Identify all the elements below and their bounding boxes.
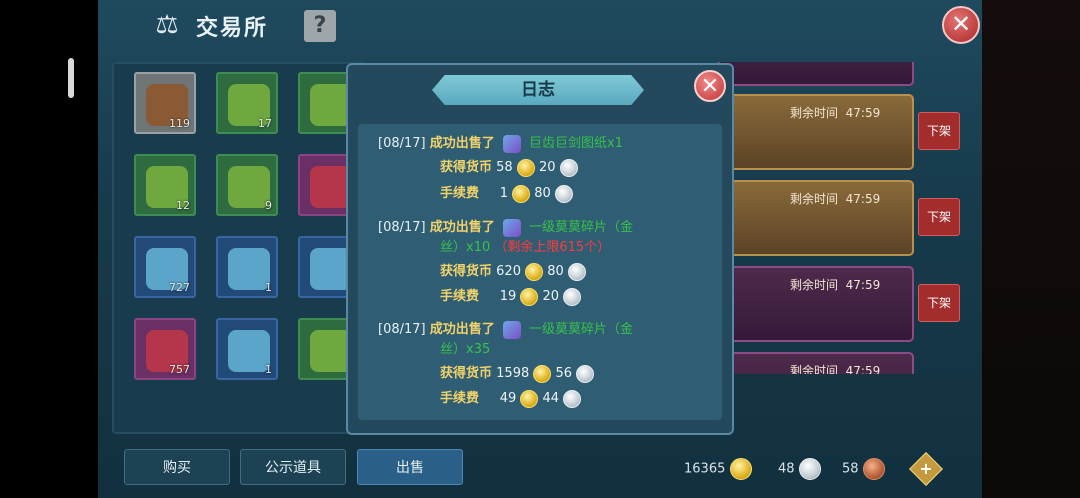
unlist-button[interactable]: 下架 xyxy=(918,198,960,236)
tab-public-items[interactable]: 公示道具 xyxy=(240,449,346,485)
order-card[interactable]: 剩余时间 47:59 xyxy=(718,94,914,170)
item-icon xyxy=(502,218,521,237)
item-count: 9 xyxy=(265,199,272,212)
inventory-slot[interactable]: 1 xyxy=(216,318,278,380)
log-entry-header: [08/17] 成功出售了 巨齿巨剑图纸x1 xyxy=(378,134,624,153)
item-icon xyxy=(502,320,521,339)
log-entry-header: [08/17] 成功出售了 一级莫莫碎片（金 xyxy=(378,218,634,237)
order-time: 剩余时间 47:59 xyxy=(790,278,881,292)
right-decoration xyxy=(982,0,1080,498)
item-count: 119 xyxy=(169,117,190,130)
log-fee: 手续费 19 20 xyxy=(440,285,582,306)
silver-coin-icon xyxy=(554,184,573,203)
gold-coin-icon xyxy=(512,184,531,203)
gold-coin-icon xyxy=(525,262,544,281)
tab-buy[interactable]: 购买 xyxy=(124,449,230,485)
gold-coin-icon xyxy=(520,287,539,306)
order-card[interactable]: 剩余时间 47:59 xyxy=(718,180,914,256)
copper-coin-icon xyxy=(862,458,885,480)
gold-coin-icon xyxy=(729,458,752,480)
item-icon xyxy=(502,134,521,153)
dialog-title: 日志 xyxy=(521,80,555,100)
silver-coin-icon xyxy=(563,287,582,306)
item-icon xyxy=(228,330,270,372)
order-time: 剩余时间 47:59 xyxy=(790,364,881,374)
tab-sell[interactable]: 出售 xyxy=(357,449,463,485)
help-button[interactable]: ? xyxy=(304,10,336,42)
order-card[interactable]: 剩余时间 47:59 xyxy=(718,352,914,374)
gold-balance: 16365 xyxy=(684,458,752,480)
log-earnings: 获得货币 620 80 xyxy=(440,260,586,281)
order-card[interactable]: 剩余时间 47:59 xyxy=(718,266,914,342)
item-count: 727 xyxy=(169,281,190,294)
orders-panel: 剩余时间 47:59 下架 剩余时间 47:59 下架 剩余时间 47:59 下… xyxy=(718,62,964,374)
silver-coin-icon xyxy=(567,262,586,281)
log-fee: 手续费 1 80 xyxy=(440,182,573,203)
unlist-button[interactable]: 下架 xyxy=(918,284,960,322)
page-title: 交易所 xyxy=(196,16,269,41)
inventory-slot[interactable]: 12 xyxy=(134,154,196,216)
item-count: 757 xyxy=(169,363,190,376)
order-card[interactable] xyxy=(718,62,914,86)
log-earnings: 获得货币 1598 56 xyxy=(440,362,595,383)
inventory-slot[interactable]: 757 xyxy=(134,318,196,380)
item-count: 17 xyxy=(258,117,272,130)
silver-coin-icon xyxy=(563,389,582,408)
log-fee: 手续费 49 44 xyxy=(440,387,582,408)
close-dialog-button[interactable]: ✕ xyxy=(694,70,726,102)
inventory-slot[interactable]: 119 xyxy=(134,72,196,134)
inventory-slot[interactable]: 9 xyxy=(216,154,278,216)
item-count: 1 xyxy=(265,363,272,376)
log-entry-item-line2: 丝）x35 xyxy=(440,342,491,357)
order-time: 剩余时间 47:59 xyxy=(790,106,881,120)
unlist-button[interactable]: 下架 xyxy=(918,112,960,150)
silver-coin-icon xyxy=(798,458,821,480)
item-icon xyxy=(228,248,270,290)
inventory-slot[interactable]: 17 xyxy=(216,72,278,134)
scales-icon: ⚖ xyxy=(155,10,179,40)
close-exchange-button[interactable]: ✕ xyxy=(942,6,980,44)
item-count: 12 xyxy=(176,199,190,212)
log-entry-item-line2: 丝）x10 （剩余上限615个） xyxy=(440,240,611,255)
silver-balance: 48 xyxy=(778,458,821,480)
copper-balance: 58 xyxy=(842,458,885,480)
gold-coin-icon xyxy=(516,158,535,177)
item-count: 1 xyxy=(265,281,272,294)
inventory-slot[interactable]: 1 xyxy=(216,236,278,298)
order-time: 剩余时间 47:59 xyxy=(790,192,881,206)
log-earnings: 获得货币 58 20 xyxy=(440,156,578,177)
gold-coin-icon xyxy=(533,364,552,383)
silver-coin-icon xyxy=(559,158,578,177)
side-handle[interactable] xyxy=(68,58,74,98)
log-entry-header: [08/17] 成功出售了 一级莫莫碎片（金 xyxy=(378,320,634,339)
inventory-slot[interactable]: 727 xyxy=(134,236,196,298)
gold-coin-icon xyxy=(520,389,539,408)
silver-coin-icon xyxy=(576,364,595,383)
item-icon xyxy=(228,166,270,208)
